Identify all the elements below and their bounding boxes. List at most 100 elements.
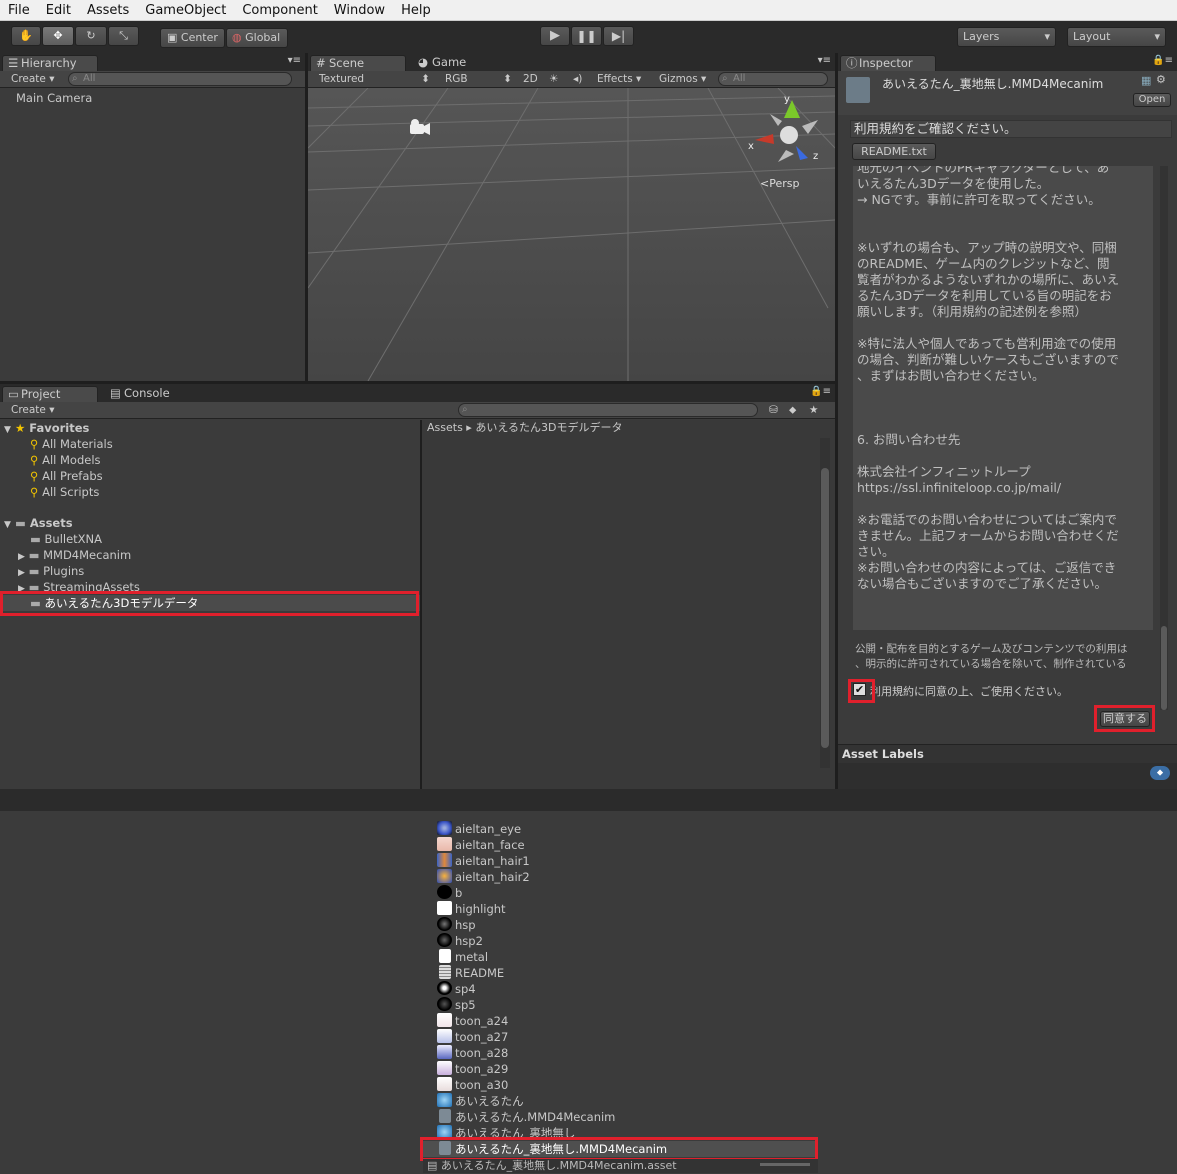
tab-console[interactable]: ▤ Console: [106, 386, 196, 402]
file-item[interactable]: hsp2: [455, 933, 483, 949]
panel-menu-icon[interactable]: ▾≡: [818, 55, 831, 66]
project-search-input[interactable]: ⌕: [458, 403, 758, 417]
favorite-label: All Models: [42, 453, 101, 467]
scrollbar-thumb[interactable]: [1161, 626, 1167, 710]
favorite-all-scripts[interactable]: ⚲ All Scripts: [30, 484, 99, 500]
hierarchy-item-main-camera[interactable]: Main Camera: [16, 90, 92, 106]
play-button[interactable]: ▶: [540, 26, 570, 46]
menu-help[interactable]: Help: [393, 0, 439, 21]
open-button[interactable]: Open: [1133, 93, 1171, 107]
lock-icon[interactable]: 🔒≡: [1152, 55, 1173, 66]
pivot-global-button[interactable]: ◍ Global: [226, 28, 288, 48]
favorites-header[interactable]: ▼ ★ Favorites: [4, 420, 89, 436]
menu-edit[interactable]: Edit: [38, 0, 79, 21]
shading-dropdown[interactable]: Textured ⬍: [314, 72, 434, 87]
hierarchy-search-input[interactable]: ⌕ All: [68, 72, 292, 86]
file-item[interactable]: aieltan_face: [455, 837, 525, 853]
scrollbar-track[interactable]: [1160, 166, 1168, 710]
file-item[interactable]: highlight: [455, 901, 506, 917]
chevron-updown-icon: ⬍: [421, 73, 430, 85]
tab-project-label: Project: [21, 387, 61, 401]
pivot-center-button[interactable]: ▣ Center: [160, 28, 225, 48]
readme-line: [857, 224, 1149, 240]
file-item[interactable]: aieltan_eye: [455, 821, 521, 837]
label-tag-icon[interactable]: ⬥: [1150, 766, 1170, 780]
layout-dropdown[interactable]: Layout ▾: [1067, 27, 1166, 47]
effects-dropdown[interactable]: Effects ▾: [592, 72, 646, 87]
filter-type-icon[interactable]: ⛁: [764, 403, 783, 418]
file-item[interactable]: toon_a24: [455, 1013, 508, 1029]
scene-viewport[interactable]: y x z <Persp: [308, 88, 835, 381]
tab-project[interactable]: ▭ Project: [2, 386, 98, 402]
scrollbar-track[interactable]: [820, 438, 830, 768]
zoom-slider[interactable]: [760, 1163, 810, 1166]
file-item[interactable]: sp4: [455, 981, 476, 997]
filter-label-icon[interactable]: ⬥: [784, 403, 801, 418]
readme-text-area[interactable]: 地元のイベントのPRキャラクターとして、あ いえるたん3Dデータを使用した。 → N…: [853, 166, 1153, 630]
file-item[interactable]: aieltan_hair1: [455, 853, 530, 869]
lock-icon[interactable]: 🔒≡: [810, 386, 831, 397]
file-item[interactable]: あいえるたん: [455, 1093, 524, 1109]
file-item[interactable]: toon_a28: [455, 1045, 508, 1061]
readme-button[interactable]: README.txt: [852, 143, 936, 160]
menu-assets[interactable]: Assets: [79, 0, 137, 21]
layout-label: Layout: [1073, 30, 1111, 43]
favorite-all-prefabs[interactable]: ⚲ All Prefabs: [30, 468, 103, 484]
project-create-button[interactable]: Create ▾: [6, 403, 60, 418]
texture-thumb: [437, 1045, 452, 1059]
file-item[interactable]: aieltan_hair2: [455, 869, 530, 885]
audio-toggle-icon[interactable]: ◂): [568, 72, 587, 87]
hand-tool-button[interactable]: ✋: [11, 26, 41, 46]
breadcrumb[interactable]: Assets ▸ あいえるたん3Dモデルデータ: [427, 420, 622, 436]
gizmos-dropdown[interactable]: Gizmos ▾: [654, 72, 711, 87]
perspective-label[interactable]: <Persp: [760, 177, 799, 190]
folder-icon: ▬: [28, 564, 40, 578]
favorite-all-materials[interactable]: ⚲ All Materials: [30, 436, 113, 452]
inspector-tabbar: ⓘ Inspector 🔒≡: [838, 53, 1177, 71]
folder-bulletxna[interactable]: ▬ BulletXNA: [30, 531, 102, 547]
scrollbar-thumb[interactable]: [821, 468, 829, 748]
readme-line: さい。: [857, 544, 895, 559]
favorite-star-icon[interactable]: ★: [804, 403, 823, 418]
menu-file[interactable]: File: [0, 0, 38, 21]
file-item[interactable]: README: [455, 965, 504, 981]
scale-tool-button[interactable]: ⤡: [108, 26, 139, 46]
rotate-tool-button[interactable]: ↻: [75, 26, 107, 46]
chevron-down-icon: ▾: [1044, 30, 1050, 43]
scene-search-input[interactable]: ⌕ All: [718, 72, 828, 86]
file-item[interactable]: sp5: [455, 997, 476, 1013]
layers-dropdown[interactable]: Layers ▾: [957, 27, 1056, 47]
file-item[interactable]: toon_a30: [455, 1077, 508, 1093]
folder-mmd4mecanim[interactable]: ▶ ▬ MMD4Mecanim: [18, 547, 131, 563]
search-icon: ⌕: [462, 404, 468, 415]
step-button[interactable]: ▶|: [603, 26, 634, 46]
axis-z-label: z: [813, 151, 818, 162]
menu-gameobject[interactable]: GameObject: [137, 0, 234, 21]
tab-game[interactable]: ◕ Game: [414, 55, 494, 71]
folder-plugins[interactable]: ▶ ▬ Plugins: [18, 563, 84, 579]
file-item[interactable]: b: [455, 885, 462, 901]
file-item[interactable]: metal: [455, 949, 488, 965]
file-item[interactable]: あいえるたん.MMD4Mecanim: [455, 1109, 615, 1125]
lighting-toggle-icon[interactable]: ☀: [544, 72, 563, 87]
file-item[interactable]: hsp: [455, 917, 476, 933]
2d-toggle[interactable]: 2D: [518, 72, 543, 87]
tab-inspector[interactable]: ⓘ Inspector: [840, 55, 936, 71]
create-label: Create: [11, 404, 46, 416]
assets-header[interactable]: ▼ ▬ Assets: [4, 515, 73, 531]
file-item[interactable]: toon_a29: [455, 1061, 508, 1077]
tab-hierarchy[interactable]: ☰ Hierarchy: [2, 55, 98, 71]
file-item[interactable]: toon_a27: [455, 1029, 508, 1045]
panel-menu-icon[interactable]: ▾≡: [288, 55, 301, 66]
render-mode-dropdown[interactable]: RGB ⬍: [440, 72, 516, 87]
move-tool-button[interactable]: ✥: [42, 26, 74, 46]
favorite-all-models[interactable]: ⚲ All Models: [30, 452, 101, 468]
pause-button[interactable]: ❚❚: [571, 26, 602, 46]
gear-icon[interactable]: ⚙: [1156, 73, 1166, 86]
hierarchy-create-button[interactable]: Create ▾: [6, 72, 60, 87]
menu-component[interactable]: Component: [234, 0, 325, 21]
tab-scene[interactable]: # Scene: [310, 55, 406, 71]
readme-line: ※お電話でのお問い合わせについてはご案内で: [857, 512, 1117, 527]
menu-window[interactable]: Window: [326, 0, 393, 21]
help-book-icon[interactable]: ▦: [1141, 74, 1151, 87]
